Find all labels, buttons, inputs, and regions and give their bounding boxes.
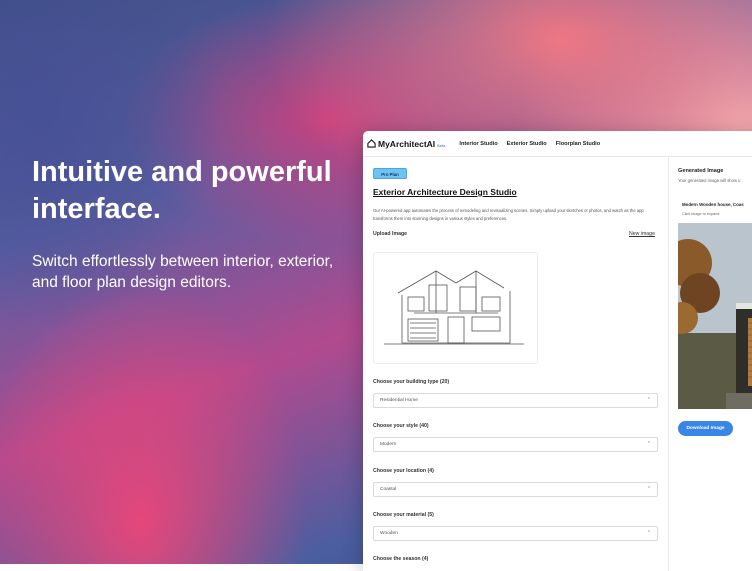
material-label: Choose your material (5) — [373, 512, 434, 518]
chevron-up-icon: ⌃ — [646, 397, 651, 403]
chevron-up-icon: ⌃ — [646, 441, 651, 447]
generated-image[interactable] — [678, 223, 752, 409]
hero-subline: Switch effortlessly between interior, ex… — [32, 253, 334, 291]
style-value: Modern — [380, 442, 397, 447]
uploaded-sketch[interactable] — [373, 252, 538, 364]
style-select[interactable]: Modern ⌃ — [373, 437, 658, 452]
page-title: Exterior Architecture Design Studio — [373, 187, 517, 197]
chevron-up-icon: ⌃ — [646, 486, 651, 492]
style-label: Choose your style (40) — [373, 423, 429, 429]
location-select[interactable]: Coastal ⌃ — [373, 482, 658, 497]
plan-badge: Pro Plan — [373, 168, 407, 179]
season-label: Choose the season (4) — [373, 556, 429, 562]
rendered-house-image — [678, 223, 752, 409]
expand-hint: Click image to expand — [682, 212, 720, 216]
download-image-button[interactable]: Download Image — [678, 421, 733, 436]
upload-label: Upload Image — [373, 231, 408, 237]
nav-floorplan-studio[interactable]: Floorplan Studio — [556, 141, 600, 147]
generated-caption: Modern Wooden house, Coas — [682, 202, 744, 207]
nav-exterior-studio[interactable]: Exterior Studio — [507, 141, 547, 147]
hero-headline: Intuitive and powerful interface. — [32, 156, 332, 225]
chevron-up-icon: ⌃ — [646, 530, 651, 536]
generated-title: Generated Image — [678, 168, 724, 174]
logo[interactable]: MyArchitectAI Beta — [367, 139, 445, 149]
page-description: Our AI-powered app automates the process… — [373, 208, 644, 221]
generated-panel: Generated Image Your generated image wil… — [669, 157, 752, 571]
location-label: Choose your location (4) — [373, 468, 434, 474]
top-nav: MyArchitectAI Beta Interior Studio Exter… — [363, 131, 752, 157]
app-window: MyArchitectAI Beta Interior Studio Exter… — [363, 131, 752, 571]
building-type-label: Choose your building type (20) — [373, 379, 450, 385]
material-value: Wooden — [380, 531, 398, 536]
house-icon — [367, 139, 376, 148]
building-type-value: Residential Home — [380, 398, 418, 403]
editor-panel: Pro Plan Exterior Architecture Design St… — [363, 157, 669, 571]
building-type-select[interactable]: Residential Home ⌃ — [373, 393, 658, 408]
house-sketch-image — [384, 270, 524, 345]
location-value: Coastal — [380, 487, 397, 492]
beta-badge: Beta — [437, 142, 446, 148]
nav-interior-studio[interactable]: Interior Studio — [459, 141, 497, 147]
material-select[interactable]: Wooden ⌃ — [373, 526, 658, 541]
new-image-link[interactable]: New image — [629, 231, 655, 237]
generated-subtitle: Your generated image will show u — [678, 178, 741, 183]
logo-text: MyArchitectAI — [378, 138, 436, 149]
